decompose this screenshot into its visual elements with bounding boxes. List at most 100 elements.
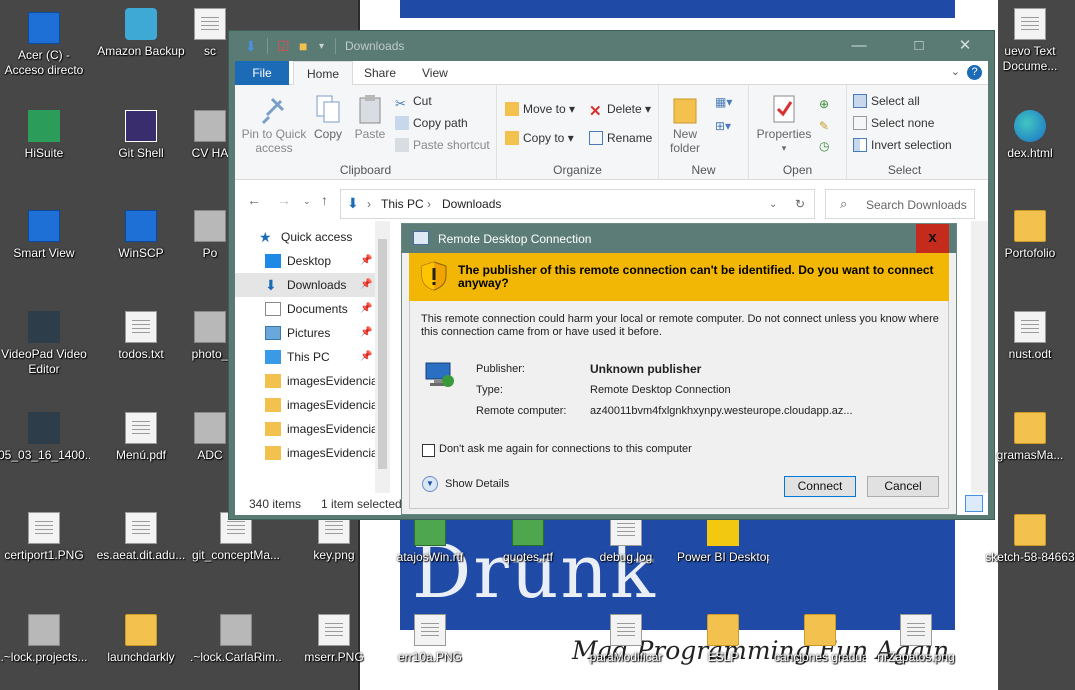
- address-dropdown-icon[interactable]: ⌄: [769, 199, 777, 210]
- view-toggle-icon[interactable]: [965, 495, 983, 512]
- paste-button[interactable]: Paste: [351, 93, 389, 141]
- nav-desktop[interactable]: Desktop 📌: [235, 249, 375, 273]
- arrow-down-icon[interactable]: ⬇: [245, 38, 257, 55]
- desktop-icon-acer[interactable]: Acer (C) - Acceso directo: [0, 12, 90, 78]
- copy-to-button[interactable]: Copy to ▾: [505, 128, 574, 148]
- nav-pane-scrollbar[interactable]: [375, 221, 390, 493]
- nav-folder-images-4[interactable]: imagesEvidencia: [235, 441, 375, 465]
- desktop-icon-video-file[interactable]: 05_03_16_1400...: [0, 412, 90, 463]
- desktop-icon-lock-projects[interactable]: .~lock.projects...: [0, 614, 90, 665]
- desktop-icon-adc[interactable]: ADC: [190, 412, 230, 463]
- desktop-icon-git-shell[interactable]: Git Shell: [95, 110, 187, 161]
- up-arrow-icon[interactable]: ↑: [321, 192, 328, 208]
- desktop-icon-sketch[interactable]: sketch-58-84663: [985, 514, 1075, 565]
- show-details-chevron-icon[interactable]: ▼: [422, 476, 438, 492]
- easy-access-icon[interactable]: ⊞▾: [715, 119, 731, 133]
- desktop-icon-portofolio[interactable]: Portofolio: [985, 210, 1075, 261]
- nav-documents[interactable]: Documents 📌: [235, 297, 375, 321]
- nav-pictures[interactable]: Pictures 📌: [235, 321, 375, 345]
- desktop-icon-cv[interactable]: CV HA: [190, 110, 230, 161]
- desktop-icon-mserr[interactable]: mserr.PNG: [288, 614, 380, 665]
- desktop-icon-err10a[interactable]: err10a.PNG: [384, 614, 476, 665]
- dont-ask-checkbox[interactable]: [422, 444, 435, 457]
- desktop-icon-po[interactable]: Po: [190, 210, 230, 261]
- paste-shortcut-button[interactable]: Paste shortcut: [395, 135, 490, 155]
- history-icon[interactable]: ◷: [819, 139, 829, 153]
- desktop-icon-winscp[interactable]: WinSCP: [95, 210, 187, 261]
- desktop-icon-debug-log[interactable]: debug.log: [580, 514, 672, 565]
- desktop-icon-sc[interactable]: sc: [190, 8, 230, 59]
- copy-path-button[interactable]: Copy path: [395, 113, 468, 133]
- dialog-close-button[interactable]: x: [916, 224, 949, 253]
- desktop-icon-index-html[interactable]: dex.html: [985, 110, 1075, 161]
- show-details-button[interactable]: Show Details: [445, 478, 509, 490]
- desktop-icon-certiport[interactable]: certiport1.PNG: [0, 512, 90, 563]
- desktop-icon-hisuite[interactable]: HiSuite: [0, 110, 90, 161]
- nav-quick-access[interactable]: ★ Quick access: [235, 225, 375, 249]
- desktop-icon-photo[interactable]: photo_: [190, 311, 230, 362]
- refresh-icon[interactable]: ↻: [795, 197, 805, 211]
- desktop-icon-canciones[interactable]: canciones gradua: [774, 614, 866, 665]
- desktop-icon-new-text-doc[interactable]: uevo Text Docume...: [985, 8, 1075, 74]
- address-bar[interactable]: ⬇ › This PC › Downloads ⌄ ↻: [340, 189, 815, 219]
- desktop-icon-paramodificar[interactable]: paraModificar: [580, 614, 672, 665]
- properties-quick-icon[interactable]: ☑: [277, 38, 290, 55]
- nav-folder-images-3[interactable]: imagesEvidencia: [235, 417, 375, 441]
- rename-button[interactable]: Rename: [589, 128, 652, 148]
- back-arrow-icon[interactable]: ←: [247, 192, 261, 208]
- select-none-button[interactable]: Select none: [853, 113, 934, 133]
- forward-arrow-icon[interactable]: →: [277, 192, 291, 208]
- ribbon-expand-icon[interactable]: ⌄: [951, 65, 960, 78]
- new-folder-button[interactable]: New folder: [663, 93, 707, 155]
- new-folder-quick-icon[interactable]: ■: [299, 38, 307, 54]
- dont-ask-label[interactable]: Don't ask me again for connections to th…: [439, 443, 692, 455]
- desktop-icon-todos[interactable]: todos.txt: [95, 311, 187, 362]
- nav-folder-images-2[interactable]: imagesEvidencia: [235, 393, 375, 417]
- tab-share[interactable]: Share: [351, 61, 409, 85]
- copy-button[interactable]: Copy: [311, 93, 345, 141]
- select-all-button[interactable]: Select all: [853, 91, 920, 111]
- desktop-icon-gramas[interactable]: gramasMa...: [985, 412, 1075, 463]
- close-button[interactable]: ✕: [945, 35, 985, 57]
- search-box[interactable]: ⌕ Search Downloads: [825, 189, 975, 219]
- desktop-icon-nust-odt[interactable]: nust.odt: [985, 311, 1075, 362]
- nav-pane-scroll-thumb[interactable]: [378, 239, 387, 469]
- dialog-titlebar[interactable]: Remote Desktop Connection x: [402, 224, 956, 253]
- breadcrumb-this-pc[interactable]: This PC: [381, 197, 424, 211]
- help-icon[interactable]: ?: [967, 65, 982, 80]
- move-to-button[interactable]: Move to ▾: [505, 99, 575, 119]
- cancel-button[interactable]: Cancel: [867, 476, 939, 497]
- invert-selection-button[interactable]: Invert selection: [853, 135, 952, 155]
- desktop-icon-smart-view[interactable]: Smart View: [0, 210, 90, 261]
- edit-icon[interactable]: ✎: [819, 119, 829, 133]
- maximize-button[interactable]: □: [899, 35, 939, 57]
- nav-downloads[interactable]: ⬇ Downloads 📌: [235, 273, 375, 297]
- nav-folder-images-1[interactable]: imagesEvidencia: [235, 369, 375, 393]
- delete-button[interactable]: ✕ Delete ▾: [589, 99, 651, 120]
- recent-locations-icon[interactable]: ⌄: [303, 196, 311, 207]
- desktop-icon-menu-pdf[interactable]: Menú.pdf: [95, 412, 187, 463]
- file-list-scrollbar[interactable]: [971, 221, 988, 493]
- tab-view[interactable]: View: [409, 61, 461, 85]
- desktop-icon-power-bi[interactable]: Power BI Desktop: [677, 514, 769, 565]
- new-item-icon[interactable]: ▦▾: [715, 95, 732, 109]
- customize-quick-access-icon[interactable]: ▾: [319, 41, 324, 52]
- desktop-icon-aeat[interactable]: es.aeat.dit.adu...: [95, 512, 187, 563]
- breadcrumb-downloads[interactable]: Downloads: [442, 197, 501, 211]
- explorer-titlebar[interactable]: ⬇ ☑ ■ ▾ Downloads — □ ✕: [229, 31, 994, 61]
- tab-home[interactable]: Home: [293, 61, 354, 86]
- desktop-icon-quotes[interactable]: quotes.rtf: [482, 514, 574, 565]
- cut-button[interactable]: ✂ Cut: [395, 91, 432, 111]
- minimize-button[interactable]: —: [839, 35, 879, 57]
- desktop-icon-videopad[interactable]: VideoPad Video Editor: [0, 311, 90, 377]
- desktop-icon-amazon-backup[interactable]: Amazon Backup: [95, 8, 187, 59]
- desktop-icon-atajos[interactable]: atajosWin.rtf: [384, 514, 476, 565]
- pin-quick-access-button[interactable]: Pin to Quick access: [239, 93, 309, 155]
- open-icon[interactable]: ⊕: [819, 97, 829, 111]
- tab-file[interactable]: File: [235, 61, 289, 85]
- desktop-icon-lock-carla[interactable]: .~lock.CarlaRim...: [190, 614, 282, 665]
- connect-button[interactable]: Connect: [784, 476, 856, 497]
- nav-this-pc[interactable]: This PC 📌: [235, 345, 375, 369]
- properties-button[interactable]: Properties ▾: [755, 93, 813, 155]
- desktop-icon-launchdarkly[interactable]: launchdarkly: [95, 614, 187, 665]
